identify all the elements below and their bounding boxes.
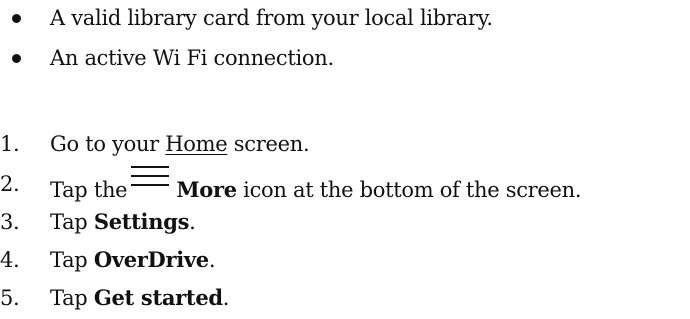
step-item: 1. Go to your Home screen. <box>0 130 690 158</box>
step-text-post: . <box>208 248 216 272</box>
requirement-text: A valid library card from your local lib… <box>50 6 493 30</box>
overdrive-label: OverDrive <box>93 247 209 272</box>
step-number: 2. <box>0 172 20 196</box>
step-item: 5. Tap Get started. <box>0 284 690 312</box>
step-text: Tap Settings. <box>50 208 196 236</box>
step-text-pre: Tap <box>50 248 94 272</box>
hamburger-menu-icon <box>131 166 170 186</box>
requirement-text: An active Wi Fi connection. <box>50 46 334 70</box>
step-number: 5. <box>0 286 20 310</box>
more-label: More <box>176 177 237 202</box>
get-started-label: Get started <box>93 285 223 310</box>
step-text-post: . <box>189 210 196 234</box>
requirement-item: A valid library card from your local lib… <box>0 4 690 32</box>
step-item: 4. Tap OverDrive. <box>0 246 690 274</box>
step-text: Tap the More icon at the bottom of the sc… <box>50 166 582 204</box>
step-text: Tap Get started. <box>50 284 229 312</box>
bullet-icon <box>12 54 21 63</box>
requirement-item: An active Wi Fi connection. <box>0 44 690 72</box>
step-text-post: . <box>222 286 230 310</box>
step-text-pre: Go to your <box>50 132 166 156</box>
step-number: 4. <box>0 248 20 272</box>
bullet-icon <box>12 14 21 23</box>
step-text-pre: Tap <box>50 210 94 234</box>
step-item: 3. Tap Settings. <box>0 208 690 236</box>
step-text-pre: Tap the <box>50 178 128 202</box>
step-text-post: icon at the bottom of the screen. <box>236 178 582 202</box>
step-text-post: screen. <box>227 132 310 156</box>
step-text: Go to your Home screen. <box>50 130 310 158</box>
home-screen-label: Home <box>165 132 228 156</box>
step-item: 2. Tap the More icon at the bottom of the… <box>0 166 690 202</box>
settings-label: Settings <box>93 209 190 234</box>
step-number: 3. <box>0 210 20 234</box>
more-icon <box>129 166 171 200</box>
step-number: 1. <box>0 132 20 156</box>
step-text: Tap OverDrive. <box>50 246 216 274</box>
step-text-pre: Tap <box>50 286 94 310</box>
